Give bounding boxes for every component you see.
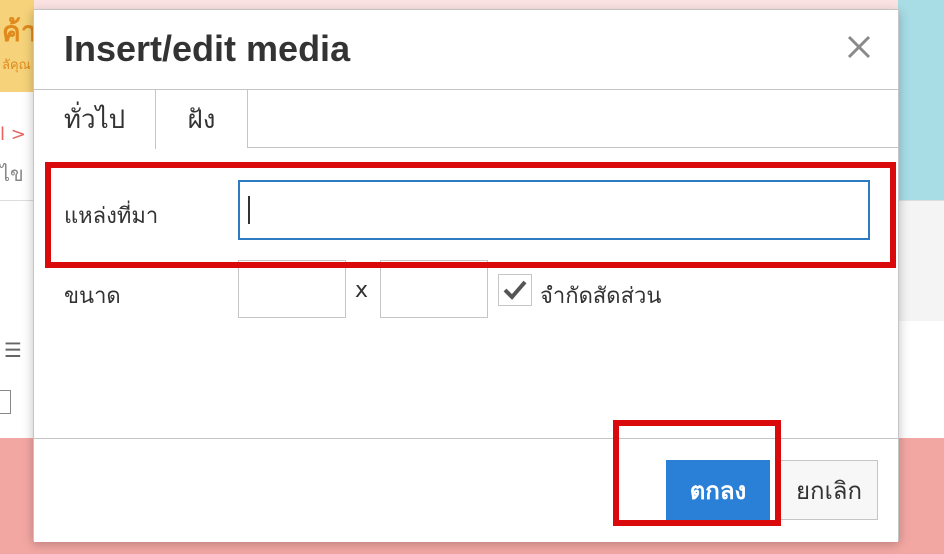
background-logo-text: ค้า [2,15,37,48]
dialog-header: Insert/edit media [34,10,898,90]
background-logo-subtext: ลัคุณ [2,58,31,73]
dimensions-label: ขนาด [64,284,121,309]
table-icon [0,390,11,414]
tab-embed[interactable]: ฝัง [156,90,248,148]
align-icon: ☰ [4,338,22,362]
constrain-proportions-checkbox[interactable] [498,274,532,306]
height-input[interactable] [380,260,488,318]
checkmark-icon [503,280,527,300]
dialog-tabs: ทั่วไป ฝัง [34,90,898,149]
background-breadcrumb: l > [0,124,26,145]
tab-general[interactable]: ทั่วไป [34,90,156,149]
source-label: แหล่งที่มา [64,204,159,229]
background-side-text: ไข [0,162,24,186]
constrain-proportions-label: จำกัดสัดส่วน [540,284,662,309]
insert-media-dialog: Insert/edit media ทั่วไป ฝัง แหล่งที่มา … [33,9,899,542]
dialog-title: Insert/edit media [64,28,351,69]
close-button[interactable] [844,32,874,62]
tab-general-label: ทั่วไป [63,105,126,135]
background-logo: ค้า ลัคุณ [0,0,37,92]
tab-embed-label: ฝัง [187,104,216,135]
ok-button[interactable]: ตกลง [666,460,770,520]
cancel-button[interactable]: ยกเลิก [780,460,878,520]
width-input[interactable] [238,260,346,318]
text-caret [248,196,250,224]
source-input[interactable] [238,180,870,240]
background-right-panel [898,0,944,200]
dimension-separator: x [355,278,369,303]
background-right-section [898,200,944,321]
close-icon [847,35,871,59]
